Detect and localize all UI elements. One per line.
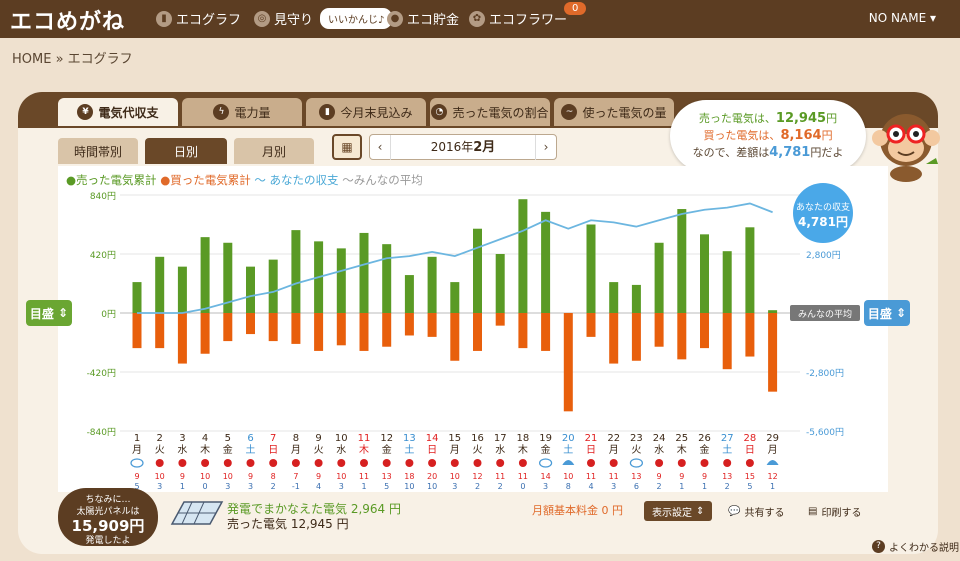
bought-prefix: 買った電気は、 (703, 129, 781, 142)
month-navigator: ‹ 2016年2月 › (369, 134, 557, 160)
legend-sold: ●売った電気累計 (66, 173, 157, 187)
share-icon: 💬 (728, 505, 741, 517)
tab-label: 使った電気の量 (582, 105, 667, 120)
nav-eco-graph[interactable]: ▮ エコグラフ (156, 9, 241, 28)
nav-eco-flower-label: エコフラワー (489, 13, 568, 28)
print-label: 印刷する (821, 507, 862, 519)
sold-prefix: 売った電気は、 (698, 112, 776, 125)
right-scale-button[interactable]: 目盛 ⇕ (864, 300, 910, 326)
nav-eco-flower[interactable]: ✿ エコフラワー (469, 9, 567, 28)
sold-value: 12,945 (775, 111, 827, 126)
subtab-monthly[interactable]: 月別 (234, 138, 314, 164)
print-icon: ▤ (808, 505, 818, 517)
subtab-daily[interactable]: 日別 (145, 138, 227, 164)
left-scale-label: 目盛 (29, 306, 54, 321)
share-button[interactable]: 💬 共有する (728, 501, 784, 521)
subtab-hourly[interactable]: 時間帯別 (58, 138, 138, 164)
app-logo[interactable]: エコめがね (10, 4, 125, 36)
tab-sold-ratio[interactable]: ◔ 売った電気の割合 (430, 98, 550, 126)
user-name: NO NAME (868, 11, 927, 25)
chart-area (58, 166, 888, 492)
tab-power[interactable]: ϟ 電力量 (182, 98, 302, 126)
share-label: 共有する (744, 507, 785, 519)
tab-label: 今月末見込み (340, 105, 413, 120)
legend-bought: ●買った電気累計 (160, 173, 251, 187)
flower-icon: ✿ (469, 10, 485, 27)
ratio-icon: ◔ (431, 104, 448, 120)
bought-yen: 円 (821, 129, 833, 142)
tab-label: 電力量 (234, 105, 271, 120)
yen-icon: ¥ (77, 104, 94, 120)
user-menu[interactable]: NO NAME ▾ (869, 11, 936, 25)
display-settings-label: 表示設定 (652, 507, 692, 519)
flower-count-badge: 0 (564, 2, 587, 15)
help-label: よくわかる説明 (889, 543, 959, 554)
prev-month-button[interactable]: ‹ (370, 140, 390, 154)
summary-bubble: 売った電気は、12,945円 買った電気は、8,164円 なので、差額は4,78… (670, 100, 866, 172)
question-icon: ? (872, 540, 885, 553)
next-month-button[interactable]: › (536, 140, 556, 154)
solar-generated-bubble: ちなみに… 太陽光パネルは 15,909円 発電したよ (58, 488, 158, 546)
sold-yen: 円 (826, 112, 838, 125)
nav-eco-graph-label: エコグラフ (176, 13, 242, 28)
bubble-line3: 発電したよ (85, 536, 131, 546)
savings-icon: ● (387, 10, 403, 27)
nav-watch[interactable]: ◎ 見守り (254, 9, 313, 28)
display-settings-button[interactable]: 表示設定 ⇕ (644, 501, 713, 521)
diff-value: 4,781 (769, 145, 811, 160)
help-link[interactable]: ? よくわかる説明 (872, 539, 959, 554)
current-year-text: 2016年 (430, 139, 474, 154)
breadcrumb: HOME » エコグラフ (12, 52, 133, 67)
legend-net: ～ あなたの収支 (254, 173, 339, 187)
nav-eco-savings-label: エコ貯金 (407, 13, 460, 28)
bought-value: 8,164 (780, 128, 822, 143)
current-month: 2016年2月 (390, 134, 536, 160)
sold-electricity-total: 売った電気 12,945 円 (227, 517, 349, 531)
tab-label: 電気代収支 (98, 105, 159, 120)
left-scale-button[interactable]: 目盛 ⇕ (26, 300, 72, 326)
calendar-icon[interactable]: ▦ (332, 134, 362, 160)
diff-prefix: なので、差額は (692, 146, 770, 159)
chart-legend: ●売った電気累計 ●買った電気累計 ～ あなたの収支 ～みんなの平均 (66, 172, 423, 188)
basic-fee: 月額基本料金 0 円 (532, 504, 623, 517)
solar-panel-icon (170, 501, 224, 525)
tab-usage[interactable]: ~ 使った電気の量 (554, 98, 674, 126)
power-icon: ϟ (213, 104, 230, 120)
tab-cost-balance[interactable]: ¥ 電気代収支 (58, 98, 178, 126)
graph-icon: ▮ (156, 10, 172, 27)
watch-status-bubble: いいかんじ♪ (320, 8, 393, 29)
forecast-icon: ▮ (319, 104, 336, 120)
nav-eco-savings[interactable]: ● エコ貯金 (387, 9, 459, 28)
usage-icon: ~ (561, 104, 578, 120)
bubble-value: 15,909円 (71, 517, 145, 535)
nav-watch-label: 見守り (274, 13, 314, 28)
print-button[interactable]: ▤ 印刷する (808, 501, 861, 521)
current-month-text: 2月 (473, 139, 496, 155)
diff-suffix: 円だよ (810, 146, 844, 159)
right-scale-label: 目盛 (867, 306, 892, 321)
watch-icon: ◎ (254, 10, 270, 27)
bubble-line1: ちなみに… (85, 495, 131, 505)
legend-average: ～みんなの平均 (342, 173, 423, 187)
tab-forecast[interactable]: ▮ 今月末見込み (306, 98, 426, 126)
tab-label: 売った電気の割合 (452, 105, 549, 120)
